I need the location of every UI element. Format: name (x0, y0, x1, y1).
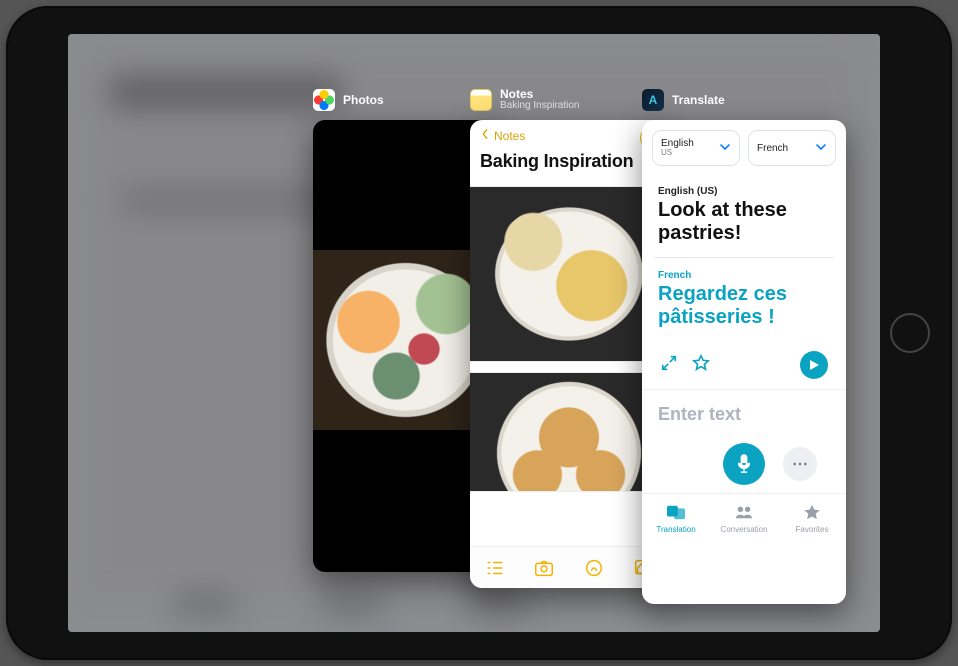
translate-card-preview[interactable]: English US French (642, 120, 846, 604)
app-switcher-card-notes[interactable]: Notes Baking Inspiration ⋯ Notes Baking (470, 88, 668, 588)
chevron-left-icon (480, 128, 490, 143)
tab-label: Conversation (720, 525, 767, 534)
tab-label: Translation (656, 525, 695, 534)
note-image-2 (470, 372, 668, 492)
microphone-button[interactable] (723, 443, 765, 485)
app-name-label: Photos (343, 94, 384, 107)
app-subtitle-label: Baking Inspiration (500, 101, 580, 112)
checklist-icon[interactable] (484, 557, 506, 579)
favorite-star-icon[interactable] (692, 354, 710, 377)
card-header: A Translate (642, 88, 846, 112)
photos-app-icon (313, 89, 335, 111)
markup-icon[interactable] (583, 557, 605, 579)
notes-card-preview[interactable]: ⋯ Notes Baking Inspiration (470, 120, 668, 588)
app-name-label: Translate (672, 94, 725, 107)
favorites-tab-icon (802, 503, 822, 523)
home-button[interactable] (890, 313, 930, 353)
target-language-label: French (658, 270, 830, 281)
tab-label: Favorites (796, 525, 829, 534)
text-input-placeholder: Enter text (658, 404, 830, 425)
play-audio-button[interactable] (800, 351, 828, 379)
ipad-device-frame: Photos Notes Baking Inspiration ⋯ (6, 6, 952, 660)
tab-conversation[interactable]: Conversation (710, 494, 778, 543)
translate-tab-bar: Translation Conversation Favorites (642, 493, 846, 543)
tab-translation[interactable]: Translation (642, 494, 710, 543)
source-language-full-label: English (US) (658, 186, 830, 197)
more-options-button[interactable]: ⋯ (783, 447, 817, 481)
notes-back-button[interactable]: Notes (480, 128, 658, 143)
app-switcher[interactable]: Photos Notes Baking Inspiration ⋯ (68, 34, 880, 632)
conversation-tab-icon (734, 503, 754, 523)
notes-bottom-toolbar (470, 546, 668, 588)
expand-icon[interactable] (660, 354, 678, 377)
source-language-selector[interactable]: English US (652, 130, 740, 166)
source-language-region: US (661, 149, 694, 158)
ipad-screen: Photos Notes Baking Inspiration ⋯ (68, 34, 880, 632)
text-input-area[interactable]: Enter text ⋯ (642, 389, 846, 493)
target-language-selector[interactable]: French (748, 130, 836, 166)
translation-tab-icon (666, 503, 686, 523)
back-label: Notes (494, 129, 525, 143)
tab-favorites[interactable]: Favorites (778, 494, 846, 543)
notes-app-icon (470, 89, 492, 111)
note-title: Baking Inspiration (480, 151, 658, 172)
camera-icon[interactable] (533, 557, 555, 579)
card-header: Notes Baking Inspiration (470, 88, 668, 112)
language-selector-bar: English US French (642, 120, 846, 172)
target-language-name: French (757, 143, 788, 154)
note-image-1 (470, 186, 668, 362)
translated-text: Regardez ces pâtisseries ! (658, 283, 830, 329)
translate-app-icon: A (642, 89, 664, 111)
source-text: Look at these pastries! (658, 199, 830, 245)
translation-result: English (US) Look at these pastries! Fre… (642, 172, 846, 389)
divider (654, 257, 834, 258)
chevron-down-icon (719, 141, 731, 156)
chevron-down-icon (815, 141, 827, 156)
app-switcher-card-translate[interactable]: A Translate English US (642, 88, 846, 604)
